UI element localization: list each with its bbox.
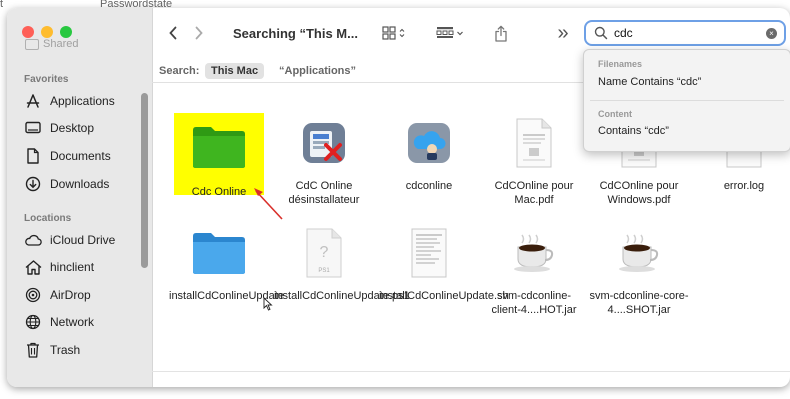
sidebar-item-label: Desktop: [50, 121, 95, 135]
file-name: installCdConlineUpdate.sh: [379, 290, 509, 302]
svg-text:?: ?: [320, 244, 329, 261]
sidebar-item-label: Shared: [43, 38, 79, 50]
desktop-icon: [24, 119, 42, 137]
file-name: CdCOnline pour Mac.pdf: [494, 180, 574, 206]
minimize-window-button[interactable]: [41, 26, 53, 38]
shared-folder-icon: [25, 38, 39, 50]
sidebar-item-label: Documents: [50, 149, 111, 163]
search-input[interactable]: [612, 25, 766, 41]
file-item[interactable]: CdCOnline pour Mac.pdf: [484, 113, 584, 207]
home-icon: [24, 258, 42, 276]
search-suggestions-menu: Filenames Name Contains “cdc” Content Co…: [583, 49, 790, 152]
pdf-document-icon: [504, 113, 564, 173]
sidebar-item-label: Trash: [50, 343, 81, 357]
close-window-button[interactable]: [22, 26, 34, 38]
sidebar-item-label: AirDrop: [50, 288, 91, 302]
zoom-window-button[interactable]: [60, 26, 72, 38]
search-field[interactable]: ×: [584, 20, 786, 46]
sidebar-item-network[interactable]: Network: [24, 311, 144, 333]
sidebar-item-airdrop[interactable]: AirDrop: [24, 284, 144, 306]
share-icon: [495, 25, 507, 42]
ps1-document-icon: ? PS1: [294, 223, 354, 283]
locations-section-title: Locations: [24, 213, 72, 224]
file-name: svm-cdconline-client-4....HOT.jar: [491, 290, 577, 316]
file-item[interactable]: svm-cdconline-client-4....HOT.jar: [484, 223, 584, 317]
menu-divider: [590, 100, 784, 101]
toolbar-overflow-button[interactable]: »: [550, 21, 576, 45]
sidebar-item-downloads[interactable]: Downloads: [24, 173, 144, 195]
background-left-text: t: [0, 0, 4, 10]
java-coffee-cup-icon: [504, 223, 564, 283]
favorites-section-title: Favorites: [24, 74, 69, 85]
file-name: cdconline: [405, 180, 453, 192]
file-name: CdCOnline pour Windows.pdf: [599, 180, 679, 206]
icon-view-grid-icon: [382, 26, 405, 40]
suggestion-contains[interactable]: Contains “cdc”: [598, 125, 669, 137]
scope-this-mac-button[interactable]: This Mac: [205, 63, 265, 79]
sidebar-item-hinclient[interactable]: hinclient: [24, 256, 144, 278]
double-chevron-right-icon: »: [557, 22, 569, 44]
trash-icon: [24, 341, 42, 359]
green-folder-icon: [189, 117, 249, 177]
sidebar-item-shared[interactable]: Shared: [25, 38, 78, 50]
sidebar-scrollbar[interactable]: [141, 93, 148, 268]
sidebar: Shared Favorites Applications Desktop Do…: [7, 8, 153, 387]
documents-icon: [24, 147, 42, 165]
navigation-buttons: [160, 20, 220, 46]
sidebar-item-label: iCloud Drive: [50, 233, 116, 247]
sidebar-item-label: Network: [50, 315, 95, 329]
search-icon: [594, 26, 608, 40]
clear-search-icon[interactable]: ×: [766, 27, 777, 39]
suggestion-name-contains[interactable]: Name Contains “cdc”: [598, 76, 701, 88]
file-name: svm-cdconline-core-4....SHOT.jar: [589, 290, 689, 316]
file-item[interactable]: svm-cdconline-core-4....SHOT.jar: [589, 223, 689, 317]
sidebar-item-applications[interactable]: Applications: [24, 90, 144, 112]
back-button[interactable]: [160, 20, 186, 46]
sidebar-item-label: Downloads: [50, 177, 110, 191]
window-title: Searching “This M...: [233, 26, 358, 41]
sh-document-icon: [399, 223, 459, 283]
file-name: error.log: [723, 180, 765, 192]
airdrop-icon: [24, 286, 42, 304]
applications-icon: [24, 92, 42, 110]
content-section-header: Content: [598, 109, 632, 119]
view-mode-button[interactable]: [374, 21, 416, 45]
downloads-icon: [24, 175, 42, 193]
sidebar-item-trash[interactable]: Trash: [24, 339, 144, 361]
group-grid-icon: [436, 27, 463, 38]
icloud-icon: [24, 231, 42, 249]
scope-applications-button[interactable]: “Applications”: [279, 65, 356, 77]
sidebar-item-icloud-drive[interactable]: iCloud Drive: [24, 229, 144, 251]
chevron-left-icon: [169, 26, 177, 40]
sidebar-item-documents[interactable]: Documents: [24, 145, 144, 167]
uninstaller-app-icon: [294, 113, 354, 173]
background-window-text: t Passwordstate: [0, 0, 172, 10]
forward-button[interactable]: [186, 20, 212, 46]
group-by-button[interactable]: [431, 21, 471, 45]
path-bar-divider: [152, 371, 790, 372]
blue-folder-icon: [189, 223, 249, 283]
chevron-right-icon: [195, 26, 203, 40]
sidebar-item-label: Applications: [50, 94, 115, 108]
annotation-arrow-icon: [254, 188, 283, 220]
search-scope-label: Search:: [159, 65, 200, 77]
file-item[interactable]: installCdConlineUpdate.sh: [379, 223, 509, 303]
file-item[interactable]: cdconline: [379, 113, 479, 193]
sidebar-item-desktop[interactable]: Desktop: [24, 117, 144, 139]
network-icon: [24, 313, 42, 331]
svg-text:PS1: PS1: [318, 268, 330, 274]
file-item[interactable]: ? PS1 installCdConlineUpdate.ps1: [274, 223, 410, 303]
filenames-section-header: Filenames: [598, 59, 643, 69]
sidebar-item-label: hinclient: [50, 260, 95, 274]
cloud-app-icon: [399, 113, 459, 173]
file-item[interactable]: installCdConlineUpdate: [169, 223, 284, 303]
mouse-cursor-icon: [263, 297, 273, 311]
share-button[interactable]: [488, 21, 514, 45]
file-name: installCdConlineUpdate.ps1: [274, 290, 410, 302]
file-name: installCdConlineUpdate: [169, 290, 284, 302]
java-coffee-cup-icon: [609, 223, 669, 283]
